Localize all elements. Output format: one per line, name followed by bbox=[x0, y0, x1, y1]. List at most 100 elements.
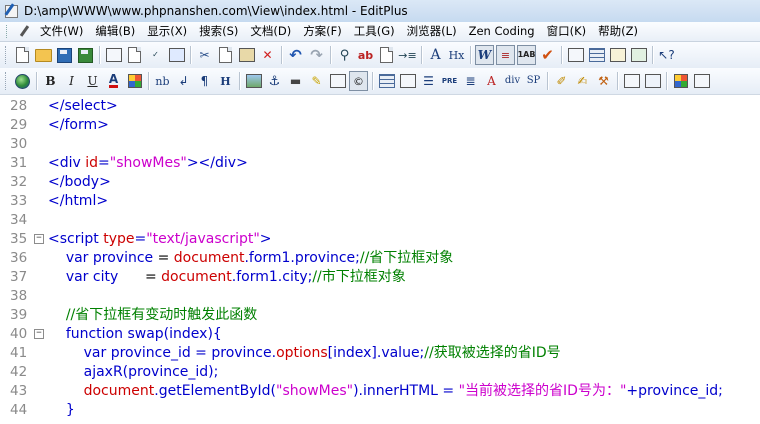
print-preview-button[interactable] bbox=[125, 45, 144, 65]
new-file-button[interactable] bbox=[13, 45, 32, 65]
menu-tools[interactable]: 工具(G) bbox=[348, 22, 401, 41]
paragraph-button[interactable]: ¶ bbox=[195, 71, 214, 91]
menu-edit[interactable]: 编辑(B) bbox=[89, 22, 141, 41]
undo-button[interactable]: ↶ bbox=[286, 45, 305, 65]
browser-button[interactable] bbox=[13, 71, 32, 91]
goto-line-button[interactable]: →≡ bbox=[398, 45, 417, 65]
code-line: 43 document.getElementById("showMes").in… bbox=[0, 382, 760, 401]
edit-tag-button[interactable]: ✐ bbox=[552, 71, 571, 91]
fold-toggle-icon[interactable]: − bbox=[34, 329, 44, 339]
underline-button[interactable]: U bbox=[83, 71, 102, 91]
menu-zen-coding[interactable]: Zen Coding bbox=[463, 22, 541, 41]
editplus-app-icon bbox=[4, 3, 18, 18]
menu-view[interactable]: 显示(X) bbox=[141, 22, 193, 41]
code-token: "showMes" bbox=[109, 155, 187, 171]
list-button[interactable]: ≣ bbox=[461, 71, 480, 91]
cliptext-window-button[interactable] bbox=[587, 45, 606, 65]
ruler-toggle[interactable]: 1AB bbox=[517, 45, 536, 65]
pre-button[interactable]: PRE bbox=[440, 71, 459, 91]
line-number-toggle[interactable]: ≡ bbox=[496, 45, 515, 65]
menu-document[interactable]: 文档(D) bbox=[244, 22, 297, 41]
delete-button[interactable]: ✕ bbox=[258, 45, 277, 65]
tag-hint-button[interactable]: ✍ bbox=[573, 71, 592, 91]
style-button[interactable]: A bbox=[482, 71, 501, 91]
form-icon bbox=[399, 74, 416, 88]
help-pointer-button[interactable]: ↖? bbox=[657, 45, 676, 65]
div-button[interactable]: div bbox=[503, 71, 522, 91]
check-syntax-button[interactable]: ✔ bbox=[538, 45, 557, 65]
code-token: > bbox=[259, 231, 272, 247]
css-button[interactable] bbox=[622, 71, 641, 91]
font-color-button[interactable]: A bbox=[104, 71, 123, 91]
toolbar-separator bbox=[372, 72, 373, 90]
split-window-button[interactable] bbox=[692, 71, 711, 91]
save-all-button[interactable] bbox=[76, 45, 95, 65]
line-number: 31 bbox=[10, 155, 28, 171]
word-wrap-toggle[interactable]: W bbox=[475, 45, 494, 65]
fold-toggle-icon[interactable]: − bbox=[34, 234, 44, 244]
code-token: type bbox=[103, 231, 135, 247]
code-token: document bbox=[161, 269, 232, 285]
find-button[interactable]: ⚲ bbox=[335, 45, 354, 65]
cliptext-icon bbox=[588, 48, 605, 62]
font-size-button[interactable]: A bbox=[426, 45, 445, 65]
print-button[interactable] bbox=[104, 45, 123, 65]
directory-window-button[interactable] bbox=[566, 45, 585, 65]
redo-button[interactable]: ↷ bbox=[307, 45, 326, 65]
code-line: 31 <div id="showMes"></div> bbox=[0, 154, 760, 173]
paste-button[interactable] bbox=[237, 45, 256, 65]
horizontal-rule-button[interactable]: ▬ bbox=[286, 71, 305, 91]
highlight-button[interactable]: ✎ bbox=[307, 71, 326, 91]
menu-file[interactable]: 文件(W) bbox=[34, 22, 89, 41]
italic-button[interactable]: I bbox=[62, 71, 81, 91]
menu-project[interactable]: 方案(F) bbox=[297, 22, 348, 41]
fullscreen-button[interactable] bbox=[629, 45, 648, 65]
menu-window[interactable]: 窗口(K) bbox=[541, 22, 593, 41]
cut-button[interactable]: ✂ bbox=[195, 45, 214, 65]
special-char-button[interactable]: © bbox=[349, 71, 368, 91]
heading-button[interactable]: H bbox=[216, 71, 235, 91]
code-line: 37 var city = document.form1.city;//市下拉框… bbox=[0, 268, 760, 287]
code-token: document bbox=[83, 383, 155, 399]
color-picker-button[interactable] bbox=[125, 71, 144, 91]
layout-button[interactable] bbox=[643, 71, 662, 91]
anchor-button[interactable]: ⚓ bbox=[265, 71, 284, 91]
bold-button[interactable]: B bbox=[41, 71, 60, 91]
nbsp-label: nb bbox=[155, 74, 170, 88]
line-number: 34 bbox=[10, 212, 28, 228]
code-text: <script type="text/javascript"> bbox=[48, 230, 272, 249]
span-label: SP bbox=[526, 75, 541, 86]
center-button[interactable]: ☰ bbox=[419, 71, 438, 91]
save-icon bbox=[57, 47, 72, 63]
globe-icon bbox=[15, 73, 30, 89]
spell-check-button[interactable]: ✓ bbox=[146, 45, 165, 65]
nbsp-button[interactable]: nb bbox=[153, 71, 172, 91]
menu-browser[interactable]: 浏览器(L) bbox=[401, 22, 463, 41]
menu-help[interactable]: 帮助(Z) bbox=[592, 22, 644, 41]
color-table-button[interactable] bbox=[671, 71, 690, 91]
span-button[interactable]: SP bbox=[524, 71, 543, 91]
code-line: 33 </html> bbox=[0, 192, 760, 211]
form-button[interactable] bbox=[398, 71, 417, 91]
line-break-button[interactable]: ↲ bbox=[174, 71, 193, 91]
code-token: document bbox=[173, 250, 245, 266]
line-number: 29 bbox=[10, 117, 28, 133]
code-token: var bbox=[65, 269, 89, 285]
find-in-files-button[interactable] bbox=[377, 45, 396, 65]
save-button[interactable] bbox=[55, 45, 74, 65]
comment-button[interactable] bbox=[328, 71, 347, 91]
tools-button[interactable]: ⚒ bbox=[594, 71, 613, 91]
output-window-button[interactable] bbox=[608, 45, 627, 65]
code-line: 44 } bbox=[0, 401, 760, 420]
heading-size-button[interactable]: Hx bbox=[447, 45, 466, 65]
fullscreen-icon bbox=[630, 48, 647, 62]
open-file-button[interactable] bbox=[34, 45, 53, 65]
image-button[interactable] bbox=[244, 71, 263, 91]
copy-button[interactable] bbox=[216, 45, 235, 65]
menu-search[interactable]: 搜索(S) bbox=[193, 22, 244, 41]
table-button[interactable] bbox=[377, 71, 396, 91]
replace-button[interactable]: ab bbox=[356, 45, 375, 65]
browser-preview-button[interactable] bbox=[167, 45, 186, 65]
code-editor[interactable]: 28 </select> 29 </form> 30 31 <div id="showMes… bbox=[0, 95, 760, 424]
pen-menu-icon bbox=[18, 24, 32, 39]
